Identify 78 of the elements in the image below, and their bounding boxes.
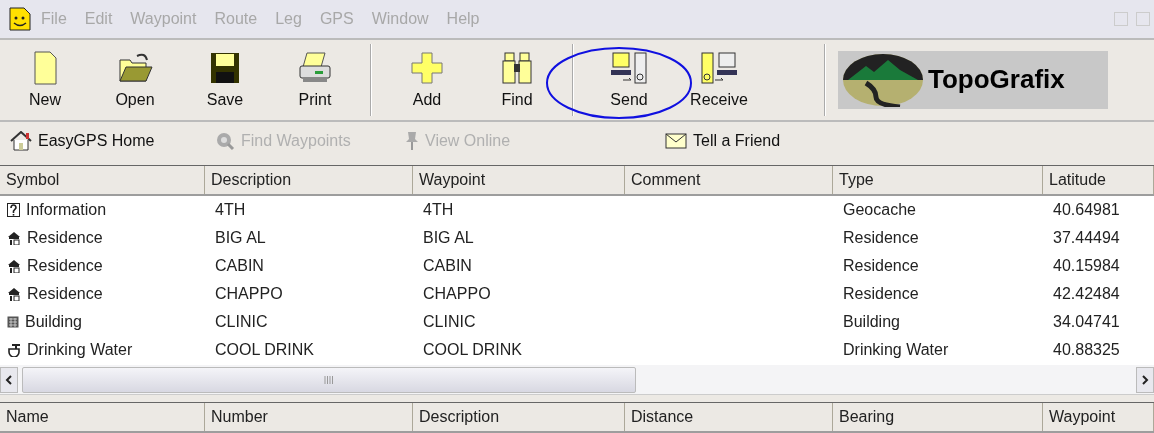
column-header[interactable]: Number <box>205 403 413 431</box>
table-cell: BIG AL <box>215 228 266 246</box>
column-header[interactable]: Description <box>413 403 625 431</box>
table-cell: Residence <box>843 284 919 302</box>
toolbar-button[interactable]: Find <box>472 43 562 116</box>
table-cell-text: Residence <box>27 255 103 276</box>
toolbar-button[interactable]: New <box>0 43 90 116</box>
chevron-left-icon <box>5 374 13 385</box>
restore-button[interactable] <box>1136 11 1150 26</box>
column-header[interactable]: Type <box>833 165 1043 194</box>
house-icon <box>7 286 21 301</box>
binoculars-icon <box>499 49 535 86</box>
horizontal-scrollbar[interactable] <box>0 365 1154 396</box>
minimize-button[interactable] <box>1114 11 1128 26</box>
scroll-right-button[interactable] <box>1136 366 1154 393</box>
building-icon <box>7 315 19 328</box>
table-cell: 4TH <box>215 200 246 218</box>
smiley-app-icon <box>8 5 32 32</box>
search-icon <box>215 130 235 151</box>
table-cell: 4TH <box>423 200 454 218</box>
table-cell: Geocache <box>843 200 916 218</box>
mountain-road-icon <box>842 52 924 107</box>
table-cell: BIG AL <box>423 228 474 246</box>
table-cell: 40.64981 <box>1053 200 1120 218</box>
column-header[interactable]: Waypoint <box>1043 403 1154 431</box>
table-cell-text: Residence <box>27 227 103 248</box>
plus-icon <box>409 49 445 86</box>
column-header[interactable]: Description <box>205 165 413 194</box>
table-cell-text: Drinking Water <box>27 339 133 360</box>
table-cell: Building <box>843 312 900 330</box>
table-cell: 34.04741 <box>1053 312 1120 330</box>
column-header[interactable]: Name <box>0 403 205 431</box>
house-icon <box>10 130 32 151</box>
table-cell: CHAPPO <box>215 284 283 302</box>
table-cell: 42.42484 <box>1053 284 1120 302</box>
table-cell: CHAPPO <box>423 284 491 302</box>
table-cell: 40.15984 <box>1053 256 1120 274</box>
table-cell: CABIN <box>215 256 264 274</box>
table-cell: 37.44494 <box>1053 228 1120 246</box>
column-header[interactable]: Latitude <box>1043 165 1154 194</box>
table-cell-text: Information <box>26 199 107 220</box>
toolbar-button[interactable]: Print <box>270 43 360 116</box>
scroll-thumb[interactable] <box>22 366 636 393</box>
column-header[interactable]: Bearing <box>833 403 1043 431</box>
table-cell: Residence <box>843 228 919 246</box>
question-mark-icon <box>7 202 20 217</box>
house-icon <box>7 230 21 245</box>
computer-to-gps-icon <box>611 49 647 86</box>
table-cell: Residence <box>843 256 919 274</box>
table-cell-text: Building <box>25 311 82 332</box>
table-cell: CLINIC <box>423 312 476 330</box>
toolbar-button[interactable]: Add <box>382 43 472 116</box>
table-cell-text: Residence <box>27 283 103 304</box>
table-cell: CABIN <box>423 256 472 274</box>
toolbar-link[interactable]: Tell a Friend <box>615 128 815 153</box>
table-cell: CLINIC <box>215 312 268 330</box>
company-logo: TopoGrafix <box>838 50 1108 109</box>
column-header[interactable]: Comment <box>625 165 833 194</box>
chevron-right-icon <box>1141 374 1149 385</box>
scroll-left-button[interactable] <box>0 366 18 393</box>
column-header[interactable]: Waypoint <box>413 165 625 194</box>
envelope-icon <box>665 132 687 149</box>
toolbar-button[interactable]: Receive <box>674 43 764 116</box>
table-cell: Drinking Water <box>843 340 949 358</box>
column-header[interactable]: Symbol <box>0 165 205 194</box>
table-cell: 40.88325 <box>1053 340 1120 358</box>
pushpin-icon <box>405 130 419 151</box>
toolbar-button[interactable]: Send <box>584 43 674 116</box>
toolbar-link[interactable]: EasyGPS Home <box>10 128 215 153</box>
house-icon <box>7 258 21 273</box>
toolbar-button[interactable]: Save <box>180 43 270 116</box>
table-cell: COOL DRINK <box>215 340 314 358</box>
toolbar-button[interactable]: Open <box>90 43 180 116</box>
gps-to-computer-icon <box>701 49 737 86</box>
column-header[interactable]: Distance <box>625 403 833 431</box>
grip-icon <box>324 375 334 384</box>
table-cell: COOL DRINK <box>423 340 522 358</box>
water-tap-icon <box>7 342 21 357</box>
